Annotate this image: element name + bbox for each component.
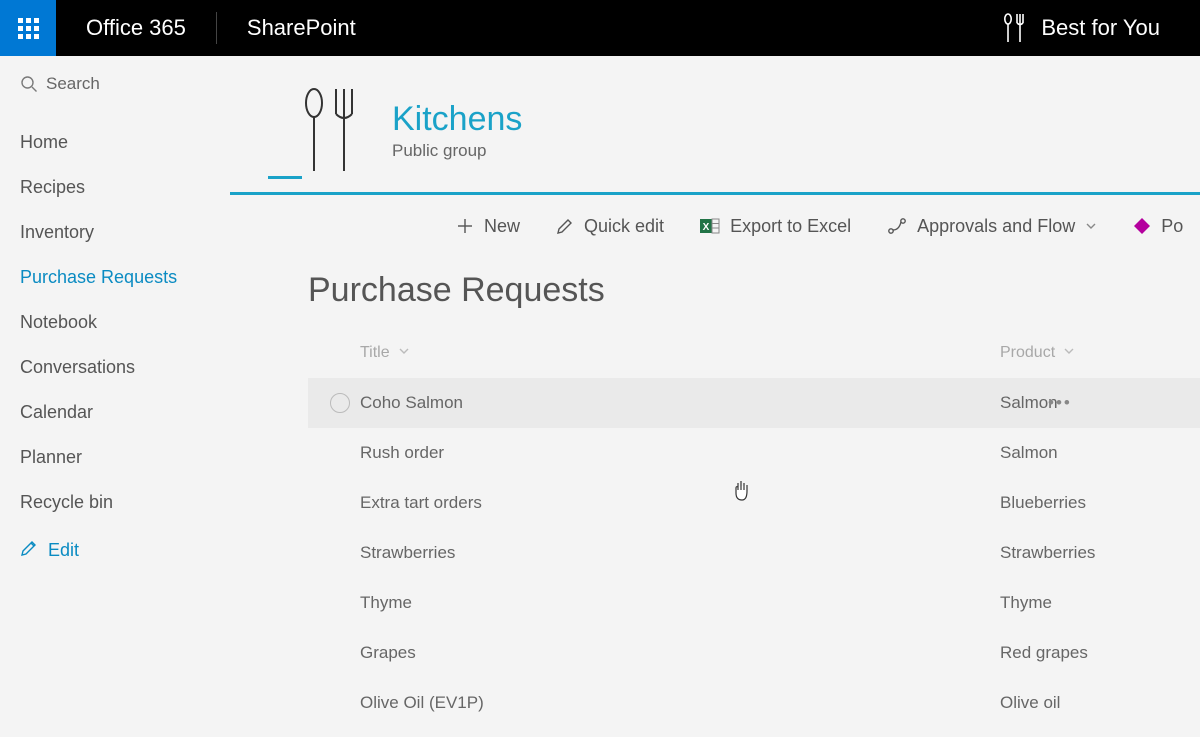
edit-nav-link[interactable]: Edit	[20, 525, 230, 562]
nav-item[interactable]: Recipes	[20, 165, 230, 210]
approvals-label: Approvals and Flow	[917, 216, 1075, 237]
list-row[interactable]: Grapes•••Red grapes	[308, 628, 1200, 678]
search-placeholder: Search	[46, 74, 100, 94]
cell-title[interactable]: Coho Salmon	[360, 393, 1000, 413]
column-headers: Title Product	[308, 344, 1200, 362]
quick-edit-button[interactable]: Quick edit	[556, 216, 664, 237]
cell-title[interactable]: Grapes	[360, 643, 1000, 663]
nav-item[interactable]: Planner	[20, 435, 230, 480]
site-subtitle: Public group	[392, 141, 522, 161]
excel-icon: X	[700, 217, 720, 235]
cell-title[interactable]: Extra tart orders	[360, 493, 1000, 513]
list-row[interactable]: Rush order•••Salmon	[308, 428, 1200, 478]
app-launcher-button[interactable]	[0, 0, 56, 56]
row-selector[interactable]	[320, 443, 360, 463]
cell-product: Olive oil	[1000, 693, 1060, 713]
pencil-icon	[556, 217, 574, 235]
row-selector[interactable]	[320, 493, 360, 513]
brand-text: Best for You	[1041, 15, 1160, 41]
row-selector[interactable]	[320, 543, 360, 563]
column-header-title[interactable]: Title	[360, 344, 1000, 362]
quick-edit-label: Quick edit	[584, 216, 664, 237]
nav-item[interactable]: Recycle bin	[20, 480, 230, 525]
cell-product: Blueberries	[1000, 493, 1086, 513]
site-title[interactable]: Kitchens	[392, 100, 522, 139]
nav-item[interactable]: Notebook	[20, 300, 230, 345]
edit-nav-label: Edit	[48, 540, 79, 561]
list-row[interactable]: Thyme•••Thyme	[308, 578, 1200, 628]
main-content: Kitchens Public group New Quick edit	[230, 56, 1200, 737]
search-icon	[20, 75, 38, 93]
svg-text:X: X	[703, 222, 710, 233]
suite-header: Office 365 SharePoint Best for You	[0, 0, 1200, 56]
approvals-flow-button[interactable]: Approvals and Flow	[887, 216, 1097, 237]
command-bar: New Quick edit X Export to Excel	[230, 195, 1200, 257]
cell-product: Strawberries	[1000, 543, 1095, 563]
column-product-label: Product	[1000, 344, 1055, 362]
brand-block[interactable]: Best for You	[1001, 13, 1200, 43]
left-nav: Search HomeRecipesInventoryPurchase Requ…	[0, 56, 230, 737]
powerapps-label: Po	[1161, 216, 1183, 237]
waffle-icon	[18, 18, 39, 39]
site-logo-spoon-fork-icon	[294, 86, 364, 174]
export-excel-button[interactable]: X Export to Excel	[700, 216, 851, 237]
cell-title[interactable]: Rush order	[360, 443, 1000, 463]
nav-item[interactable]: Purchase Requests	[20, 255, 230, 300]
row-selector[interactable]	[320, 693, 360, 713]
tab-indicator	[268, 176, 302, 179]
column-title-label: Title	[360, 344, 390, 362]
list-row[interactable]: Coho Salmon•••Salmon	[308, 378, 1200, 428]
cell-title[interactable]: Olive Oil (EV1P)	[360, 693, 1000, 713]
column-header-product[interactable]: Product	[1000, 344, 1075, 362]
row-selector[interactable]	[320, 643, 360, 663]
list-row[interactable]: Extra tart orders•••Blueberries	[308, 478, 1200, 528]
list-row[interactable]: Olive Oil (EV1P)•••Olive oil	[308, 678, 1200, 728]
list-row[interactable]: Strawberries•••Strawberries	[308, 528, 1200, 578]
site-header: Kitchens Public group	[230, 86, 1200, 174]
flow-icon	[887, 217, 907, 235]
list-title: Purchase Requests	[308, 271, 1200, 310]
new-label: New	[484, 216, 520, 237]
nav-item[interactable]: Calendar	[20, 390, 230, 435]
row-selector[interactable]	[320, 593, 360, 613]
suite-title[interactable]: Office 365	[56, 15, 216, 41]
cell-product: Salmon	[1000, 443, 1058, 463]
pencil-icon	[20, 539, 38, 562]
chevron-down-icon	[1085, 220, 1097, 232]
app-name[interactable]: SharePoint	[217, 15, 386, 41]
chevron-down-icon	[1063, 344, 1075, 362]
plus-icon	[456, 217, 474, 235]
cell-product: Red grapes	[1000, 643, 1088, 663]
row-selector[interactable]	[320, 393, 360, 413]
cell-product: Thyme	[1000, 593, 1052, 613]
nav-item[interactable]: Home	[20, 120, 230, 165]
powerapps-icon	[1133, 217, 1151, 235]
powerapps-button[interactable]: Po	[1133, 216, 1183, 237]
spoon-fork-icon	[1001, 13, 1027, 43]
cell-title[interactable]: Strawberries	[360, 543, 1000, 563]
row-actions-button[interactable]: •••	[1048, 393, 1072, 413]
chevron-down-icon	[398, 344, 410, 362]
cell-title[interactable]: Thyme	[360, 593, 1000, 613]
export-label: Export to Excel	[730, 216, 851, 237]
new-button[interactable]: New	[456, 216, 520, 237]
nav-item[interactable]: Inventory	[20, 210, 230, 255]
nav-item[interactable]: Conversations	[20, 345, 230, 390]
search-input[interactable]: Search	[20, 74, 230, 94]
